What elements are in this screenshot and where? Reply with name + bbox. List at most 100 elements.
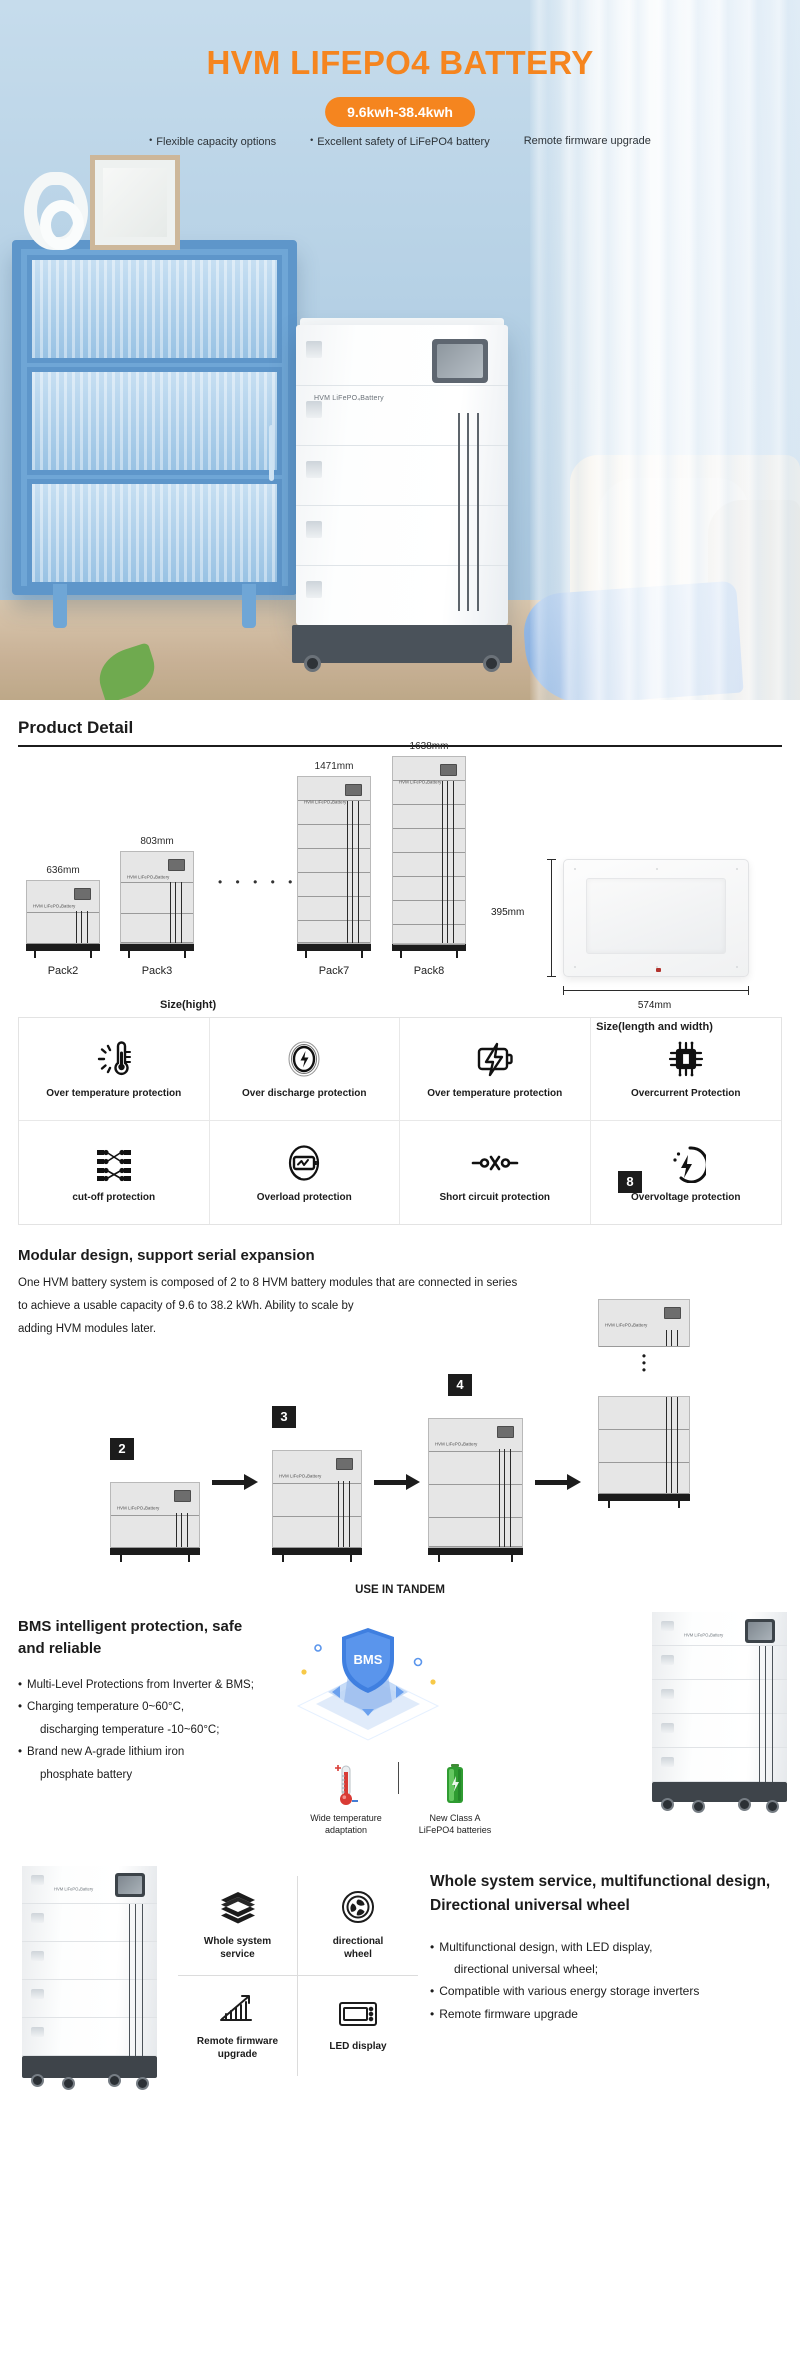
battery-brand-label: HVM LiFePO₄Battery [684,1632,724,1638]
modular-paragraph: One HVM battery system is composed of 2 … [18,1272,638,1341]
battery-body: HVM LiFePO₄Battery [296,325,508,625]
thermometer-sun-icon [94,1038,134,1080]
hero-feature-2: Excellent safety of LiFePO4 battery [310,135,489,148]
bottom-battery-photo: HVM LiFePO₄Battery [22,1866,157,2090]
feature-label-line1: Whole system [203,1936,272,1947]
pack-brand-label: HVM LiFePO₄Battery [304,799,347,805]
caster-wheel-icon [340,1890,376,1929]
battery-top-view [563,859,749,977]
bms-battery-photo: HVM LiFePO₄Battery [652,1612,787,1813]
tandem-step: 2 HVM LiFePO₄Battery [110,1438,200,1562]
protection-feature-grid: Over temperature protection Over dischar… [18,1017,782,1225]
vent-icon [661,1689,674,1699]
tandem-step: 8 HVM LiFePO₄Battery • • • [598,1171,690,1562]
pack-brand-label: HVM LiFePO₄Battery [605,1322,648,1328]
caster-wheel-icon [62,2077,75,2090]
battery-brand-label: HVM LiFePO₄Battery [314,395,384,402]
caster-wheel-icon [692,1800,705,1813]
pack-stack: HVM LiFePO₄Battery [428,1418,523,1548]
protection-cell: Overload protection [210,1121,400,1224]
tandem-step-badge: 4 [448,1374,472,1396]
page-title: HVM LIFEPO4 BATTERY [206,44,594,81]
wide-temp-label-1: Wide temperature [310,1813,382,1823]
bms-bullet-2-sub: discharging temperature -10~60°C; [40,1723,220,1736]
cabinet-handle [269,425,274,481]
feature-label-line1: Remote firmware [196,2035,279,2047]
vent-icon [661,1655,674,1665]
hero-battery-stack: HVM LiFePO₄Battery [292,318,512,672]
pack-stack: HVM LiFePO₄Battery [110,1482,200,1548]
bms-icon-divider [398,1762,399,1794]
blue-cabinet [12,240,297,628]
bms-section: BMS intelligent protection, safe and rel… [0,1612,800,1842]
bottom-bullet-1: Multifunctional design, with LED display… [430,1936,790,1980]
pack-screen-icon [168,859,185,871]
caster-wheel-icon [483,655,500,672]
pack-name-label: Pack2 [47,965,79,977]
bottom-bullet-1-sub: directional universal wheel; [454,1962,599,1977]
top-view-height-label: 395mm [491,907,525,918]
pack-screen-icon [497,1426,514,1438]
layers-icon [219,1890,257,1929]
pack-screen-icon [74,888,91,900]
pack-base [428,1548,523,1555]
tandem-step-badge: 2 [110,1438,134,1460]
pack-stack-bottom [598,1396,690,1494]
bottom-feature-grid: Whole system service directional wheel R… [178,1876,418,2076]
pack-base [598,1494,690,1501]
pack-stack: HVM LiFePO₄Battery [297,776,371,944]
pack-base [110,1548,200,1555]
hero-banner: HVM LiFePO₄Battery HVM LIFEPO4 BATTERY 9… [0,0,800,700]
pack-screen-icon [336,1458,353,1470]
feature-label-line1: directional [332,1936,384,1947]
bms-bullet-2: Charging temperature 0~60°C, discharging… [18,1696,283,1741]
battery-base [292,625,512,663]
feature-label: Remote firmware upgrade [197,2035,278,2061]
pack-cable-lines [347,801,359,943]
pack-screen-icon [440,764,457,776]
battery-base [22,2056,157,2078]
battery-cable-lines [458,413,480,611]
pack-base [120,944,194,951]
short-circuit-icon [470,1142,520,1184]
size-lw-caption: Size(length and width) [596,1021,713,1033]
protection-label: Over temperature protection [46,1088,182,1099]
top-view-diagram: 395mm 574mm Size(length and width) [491,859,782,1033]
decor-picture-frame [90,155,180,250]
pack-cable-lines [176,1513,188,1547]
bottom-bullet-3: Remote firmware upgrade [430,2003,790,2025]
battery-cable-lines [759,1646,773,1782]
protection-cell: Over temperature protection [400,1018,591,1121]
protection-cell: Over temperature protection [19,1018,210,1121]
pack-dimension-label: 636mm [46,865,80,876]
vent-icon [661,1621,674,1631]
bms-bullet-2-text: Charging temperature 0~60°C, [27,1701,185,1714]
growth-chart-icon [218,1992,258,2029]
caster-wheel-icon [108,2074,121,2087]
pack-cable-lines [499,1449,511,1547]
feature-cell-whole-system-service: Whole system service [178,1876,298,1976]
bms-bullet-3: Brand new A-grade lithium iron phosphate… [18,1741,283,1786]
indicator-led-icon [656,968,661,972]
class-a-label-2: LiFePO4 batteries [418,1825,492,1836]
caster-wheel-icon [738,1798,751,1811]
vent-icon [31,1989,44,1999]
vent-icon [31,2027,44,2037]
top-view-width-label: 574mm [637,1000,672,1011]
hero-feature-list: Flexible capacity options Excellent safe… [0,135,800,148]
lcd-display-icon [115,1873,145,1897]
bottom-section: HVM LiFePO₄Battery Whole system service … [0,1848,800,2143]
bms-bullet-1: Multi-Level Protections from Inverter & … [18,1674,283,1696]
tandem-diagram: 2 HVM LiFePO₄Battery 3 HVM LiFePO₄Batter… [0,1171,800,1600]
pack-base [392,944,466,951]
feature-cell-directional-wheel: directional wheel [298,1876,418,1976]
pack-brand-label: HVM LiFePO₄Battery [127,874,170,880]
cabinet-leg [242,584,256,628]
pack-screen-icon [345,784,362,796]
battery-module: HVM LiFePO₄Battery [652,1612,787,1646]
continuation-dots: • • • [641,1349,647,1377]
feature-label-line2: service [220,1949,255,1960]
cabinet-leg [53,584,67,628]
pack-dimension-label: 1471mm [314,761,354,772]
pack-column: 803mm HVM LiFePO₄Battery Pack3 [120,836,194,977]
